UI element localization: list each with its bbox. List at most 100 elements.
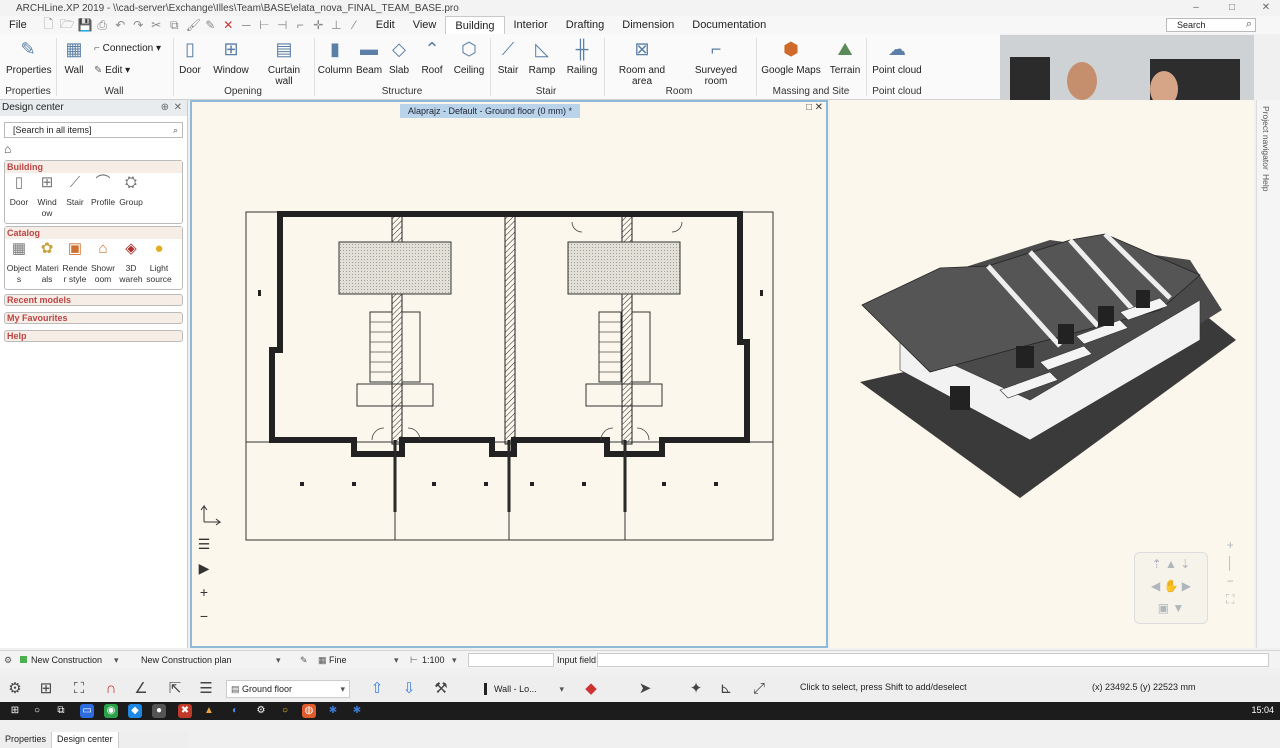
cut-icon[interactable]: ✂ [150,18,163,32]
line-icon[interactable]: ─ [240,18,253,32]
properties-button[interactable]: ✎ Properties [6,37,52,76]
home-icon[interactable]: ⌂ [0,142,187,158]
measure-icon[interactable]: ⊢ [258,18,271,32]
dc-objects[interactable]: ▦ Object s [5,241,33,285]
tab-design-center[interactable]: Design center [52,732,119,748]
windows-start-icon[interactable]: ⊞ [8,704,22,718]
3d-viewport[interactable]: ⇡ ▲ ⇣ ◀ ✋ ▶ ▣ ▼ + │ − ⛶ [830,100,1254,648]
panel-close-icon[interactable]: ✕ [174,100,182,116]
floor-dropdown[interactable]: ▤ Ground floor ▾ [226,680,350,698]
menu-building[interactable]: Building [445,16,505,34]
dc-light-source[interactable]: ● Light source [145,241,173,285]
menu-interior[interactable]: Interior [505,16,557,34]
command-input[interactable] [597,653,1269,667]
roof-button[interactable]: ⌃ Roof [418,37,446,76]
play-icon[interactable]: ▶ [196,556,212,580]
dc-3d-warehouse[interactable]: ◈ 3D wareh [117,241,145,285]
pencil-icon[interactable]: ✎ [300,653,308,667]
my-favourites-section[interactable]: My Favourites [4,312,183,324]
project-navigator-tab[interactable]: Project navigator [1261,106,1271,170]
column-button[interactable]: ▮ Column [317,37,353,76]
search-input[interactable]: Search [1166,18,1256,32]
menu-view[interactable]: View [404,16,446,34]
magic-pick-icon[interactable]: ✦ [685,679,707,699]
ruler-tool-icon[interactable]: ⊾ [715,679,737,699]
door-button[interactable]: ▯ Door [176,37,204,76]
task-view-icon[interactable]: ⧉ [54,704,68,718]
app-icon[interactable]: ● [152,704,166,718]
corner-icon[interactable]: ⌐ [294,18,307,32]
menu-drafting[interactable]: Drafting [557,16,614,34]
minimize-icon[interactable]: – [1184,0,1208,16]
maximize-icon[interactable]: □ [1220,0,1244,16]
beam-button[interactable]: ▬ Beam [355,37,383,76]
dc-stair[interactable]: ⟋ Stair [61,175,89,219]
3d-zoom-slider[interactable]: │ [1226,554,1234,572]
design-center-search[interactable]: [Search in all items] ⌕ [4,122,183,138]
align-icon[interactable]: ⊥ [330,18,343,32]
paint-icon[interactable]: 🖌 [186,18,201,32]
settings-gear-icon[interactable]: ⚙ [4,679,26,699]
dc-window[interactable]: ⊞ Wind ow [33,175,61,219]
slab-button[interactable]: ◇ Slab [385,37,413,76]
eraser-icon[interactable]: ◆ [580,679,602,699]
app-icon[interactable]: ✱ [350,704,364,718]
close-icon[interactable]: ✕ [1254,0,1278,16]
app-icon[interactable]: ⚙ [254,704,268,718]
print-icon[interactable]: ⎙ [96,18,109,33]
move-icon[interactable]: ✛ [312,18,325,32]
undo-icon[interactable]: ↶ [114,18,127,32]
help-section[interactable]: Help [4,330,183,342]
delete-icon[interactable]: ✕ [222,18,235,32]
window-button[interactable]: ⊞ Window [212,37,250,76]
dc-materials[interactable]: ✿ Materi als [33,241,61,285]
dc-profile[interactable]: ⌒ Profile [89,175,117,219]
floor-plan-viewport[interactable]: Alaprajz - Default - Ground floor (0 mm)… [190,100,828,648]
layer-field[interactable] [468,653,554,667]
list-icon[interactable]: ☰ [195,679,217,699]
surveyed-room-button[interactable]: ⌐ Surveyed room [684,37,748,87]
open-icon[interactable]: 🗁 [60,15,75,36]
dc-showroom[interactable]: ⌂ Showr oom [89,241,117,285]
dc-render-style[interactable]: ▣ Rende r style [61,241,89,285]
terrain-button[interactable]: ⛰ Terrain [828,37,862,76]
wall-button[interactable]: ▦ Wall [60,37,88,76]
pin-icon[interactable]: ⊕ [161,100,169,116]
curtain-wall-button[interactable]: ▤ Curtain wall [258,37,310,87]
dimension-icon[interactable]: ⁄ [348,18,361,32]
connection-button[interactable]: ⌐ Connection ▾ [94,43,161,54]
browser-icon[interactable]: ◉ [104,704,118,718]
hammer-icon[interactable]: ⚒ [430,679,452,699]
dc-group[interactable]: ⛭ Group [117,175,145,219]
plan-chevron-icon[interactable]: ▾ [276,653,281,667]
app-icon[interactable]: ▲ [202,704,216,718]
settings-icon[interactable]: ⚙ [4,653,12,667]
scale-dropdown[interactable]: 1:100 [422,653,445,667]
construction-dropdown[interactable]: New Construction [31,653,102,667]
menu-file[interactable]: File [0,16,36,34]
app-icon[interactable]: ○ [278,704,292,718]
ramp-button[interactable]: ◺ Ramp [528,37,556,76]
floor-down-icon[interactable]: ⇩ [398,679,420,699]
menu-dimension[interactable]: Dimension [613,16,683,34]
room-and-area-button[interactable]: ⊠ Room and area [610,37,674,87]
new-icon[interactable]: 🗋 [42,15,55,36]
magnet-icon[interactable]: ∩ [100,679,122,699]
stair-button[interactable]: ⟋ Stair [494,37,522,76]
layers-list-icon[interactable]: ☰ [196,532,212,556]
cortana-icon[interactable]: ○ [30,704,44,718]
google-maps-button[interactable]: ⬢ Google Maps [760,37,822,76]
navigation-widget[interactable]: ⇡ ▲ ⇣ ◀ ✋ ▶ ▣ ▼ [1134,552,1208,624]
edit-button[interactable]: ✎ Edit ▾ [94,65,130,76]
point-cloud-button[interactable]: ☁ Point cloud [872,37,922,76]
app-icon[interactable]: ◆ [128,704,142,718]
menu-documentation[interactable]: Documentation [683,16,775,34]
scale-chevron-icon[interactable]: ▾ [452,653,457,667]
save-icon[interactable]: 💾 [78,18,93,32]
copy-icon[interactable]: ⧉ [168,18,181,33]
tool-dropdown[interactable]: Wall - Lo... ▾ [482,680,568,698]
zoom-out-icon[interactable]: − [196,604,212,628]
menu-edit[interactable]: Edit [367,16,404,34]
arrow-tool-icon[interactable]: ➤ [634,679,656,699]
redo-icon[interactable]: ↷ [132,18,145,32]
